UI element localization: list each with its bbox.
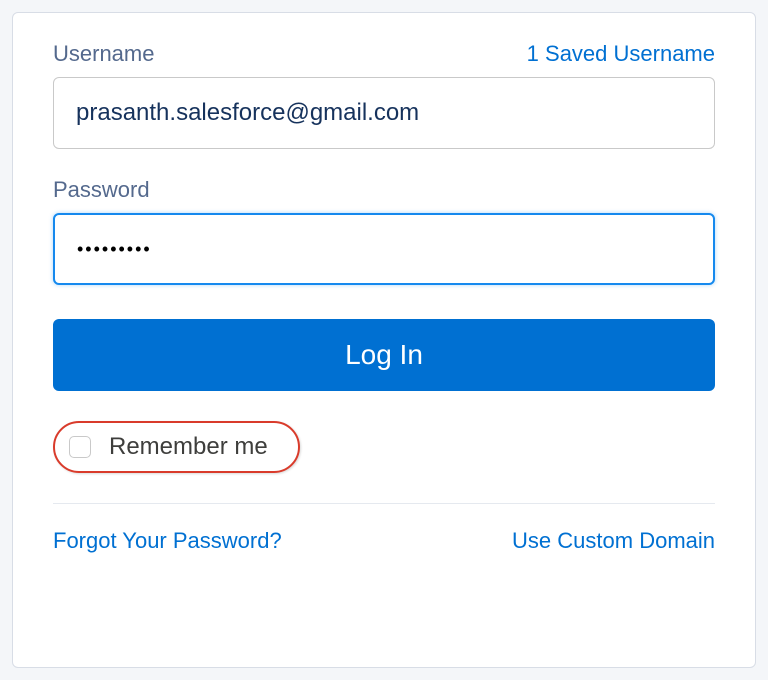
remember-me-label[interactable]: Remember me: [109, 433, 268, 461]
remember-me-highlight: Remember me: [53, 421, 300, 473]
username-label: Username: [53, 41, 154, 67]
username-label-row: Username 1 Saved Username: [53, 41, 715, 67]
login-card: Username 1 Saved Username Password Log I…: [12, 12, 756, 668]
bottom-links: Forgot Your Password? Use Custom Domain: [53, 528, 715, 554]
password-input[interactable]: [53, 213, 715, 285]
password-label: Password: [53, 177, 150, 203]
login-button[interactable]: Log In: [53, 319, 715, 391]
password-label-row: Password: [53, 177, 715, 203]
divider: [53, 503, 715, 504]
remember-me-checkbox[interactable]: [69, 436, 91, 458]
saved-usernames-link[interactable]: 1 Saved Username: [527, 41, 715, 67]
custom-domain-link[interactable]: Use Custom Domain: [512, 528, 715, 554]
forgot-password-link[interactable]: Forgot Your Password?: [53, 528, 282, 554]
username-input[interactable]: [53, 77, 715, 149]
